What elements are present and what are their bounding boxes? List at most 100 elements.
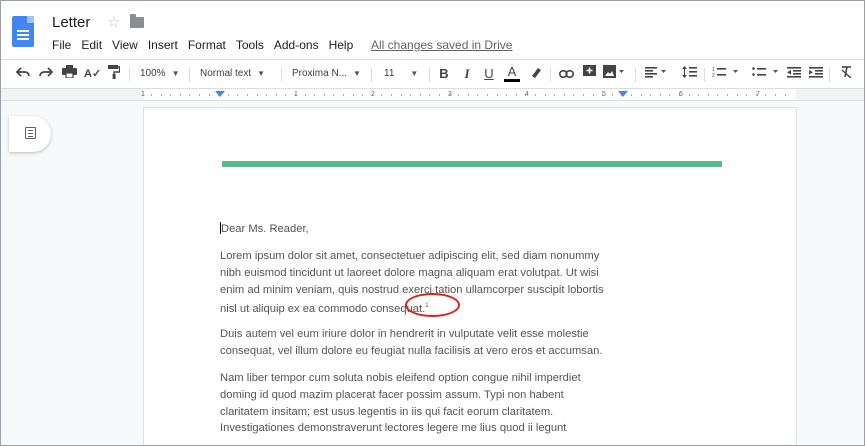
chevron-down-icon: ▼	[410, 69, 419, 78]
ruler-tick	[285, 94, 286, 96]
ruler-tick	[641, 94, 642, 96]
ruler-tick	[429, 94, 430, 96]
document-canvas: Dear Ms. Reader, Lorem ipsum dolor sit a…	[1, 102, 864, 445]
ruler-tick	[199, 94, 200, 96]
menu-help[interactable]: Help	[329, 38, 354, 52]
ruler-number: 5	[602, 91, 606, 98]
zoom-dropdown[interactable]: 100% ▼	[140, 66, 180, 82]
style-dropdown[interactable]: Normal text ▼	[200, 66, 265, 82]
menu-addons[interactable]: Add-ons	[274, 38, 319, 52]
paragraph-3-line-1: Nam liber tempor cum soluta nobis eleife…	[220, 372, 581, 384]
document-outline-button[interactable]	[9, 116, 51, 152]
ruler-tick	[516, 94, 517, 96]
ruler-number: 4	[525, 91, 529, 98]
ruler-tick	[660, 94, 661, 96]
highlight-icon[interactable]	[528, 65, 544, 83]
ruler-tick	[545, 94, 546, 96]
ruler-tick	[314, 94, 315, 96]
docs-logo-icon[interactable]	[12, 16, 34, 47]
chevron-down-icon: ▼	[353, 69, 361, 78]
ruler-tick	[506, 94, 507, 96]
ruler-tick	[737, 94, 738, 96]
decrease-indent-icon[interactable]	[786, 65, 802, 83]
ruler-tick	[708, 94, 709, 96]
ruler-tick	[305, 94, 306, 96]
ruler-number: 3	[448, 91, 452, 98]
link-icon[interactable]	[558, 65, 574, 83]
line-spacing-icon[interactable]	[681, 65, 697, 83]
undo-icon[interactable]	[15, 65, 31, 83]
ruler-tick	[237, 94, 238, 96]
font-size-dropdown[interactable]: 11 ▼	[384, 66, 418, 82]
ruler-tick	[650, 94, 651, 96]
ruler-tick	[717, 94, 718, 96]
ruler-tick	[727, 94, 728, 96]
ruler-tick	[458, 94, 459, 96]
outline-icon	[25, 127, 36, 139]
document-title[interactable]: Letter	[52, 14, 90, 31]
italic-button[interactable]: I	[460, 65, 474, 83]
menu-tools[interactable]: Tools	[236, 38, 264, 52]
menu-file[interactable]: File	[52, 38, 71, 52]
ruler-tick	[775, 94, 776, 96]
insert-image-icon[interactable]	[602, 65, 626, 83]
right-indent-marker[interactable]	[618, 91, 628, 97]
ruler-tick	[746, 94, 747, 96]
ruler-tick	[669, 94, 670, 96]
ruler-tick	[689, 94, 690, 96]
footnote-highlight-circle	[405, 293, 460, 317]
ruler-tick	[247, 94, 248, 96]
align-left-icon[interactable]	[643, 65, 669, 83]
menu-format[interactable]: Format	[188, 38, 226, 52]
text-color-button[interactable]: A	[504, 65, 520, 82]
clear-formatting-icon[interactable]	[838, 65, 854, 83]
ruler-number: 1	[141, 91, 145, 98]
paragraph-3-line-4: Investigationes demonstraverunt lectores…	[220, 422, 567, 435]
ruler-tick	[564, 94, 565, 96]
paint-format-icon[interactable]	[106, 65, 122, 84]
ruler-tick	[180, 94, 181, 96]
ruler-tick	[477, 94, 478, 96]
svg-text:2: 2	[712, 73, 715, 78]
ruler-tick	[765, 94, 766, 96]
ruler-tick	[535, 94, 536, 96]
redo-icon[interactable]	[38, 65, 54, 83]
ruler-tick	[401, 94, 402, 96]
font-dropdown[interactable]: Proxima N... ▼	[292, 66, 361, 82]
folder-icon[interactable]	[130, 14, 144, 28]
font-value: Proxima N...	[292, 68, 348, 79]
increase-indent-icon[interactable]	[808, 65, 824, 83]
menu-view[interactable]: View	[112, 38, 138, 52]
add-comment-icon[interactable]	[582, 65, 596, 83]
zoom-value: 100%	[140, 68, 166, 79]
ruler-number: 1	[294, 91, 298, 98]
bold-button[interactable]: B	[437, 65, 451, 83]
chevron-down-icon: ▼	[171, 69, 180, 78]
document-page[interactable]: Dear Ms. Reader, Lorem ipsum dolor sit a…	[144, 108, 796, 445]
star-icon[interactable]: ☆	[107, 13, 120, 31]
ruler-tick	[161, 94, 162, 96]
ruler-number: 6	[679, 91, 683, 98]
ruler-tick	[573, 94, 574, 96]
ruler-tick	[439, 94, 440, 96]
paragraph-2-line-1: Duis autem vel eum iriure dolor in hendr…	[220, 328, 589, 340]
paragraph-1-line-1: Lorem ipsum dolor sit amet, consectetuer…	[220, 250, 600, 262]
ruler-tick	[276, 94, 277, 96]
underline-button[interactable]: U	[482, 65, 496, 83]
bulleted-list-icon[interactable]	[751, 65, 781, 83]
menu-insert[interactable]: Insert	[148, 38, 178, 52]
left-indent-marker[interactable]	[215, 91, 225, 97]
ruler-tick	[631, 94, 632, 96]
numbered-list-icon[interactable]: 12	[711, 65, 741, 83]
ruler-tick	[353, 94, 354, 96]
save-status-link[interactable]: All changes saved in Drive	[371, 38, 512, 52]
paragraph-1-line-4-text: nisl ut aliquip ex ea commodo consequat.	[220, 303, 426, 316]
print-icon[interactable]	[61, 65, 77, 83]
menu-edit[interactable]: Edit	[81, 38, 102, 52]
salutation: Dear Ms. Reader,	[221, 223, 309, 235]
ruler-number: 2	[371, 91, 375, 98]
ruler-tick	[324, 94, 325, 96]
paragraph-1-line-4: nisl ut aliquip ex ea commodo consequat.…	[220, 298, 429, 318]
ruler-tick	[170, 94, 171, 96]
spellcheck-icon[interactable]: A✓	[84, 65, 101, 83]
